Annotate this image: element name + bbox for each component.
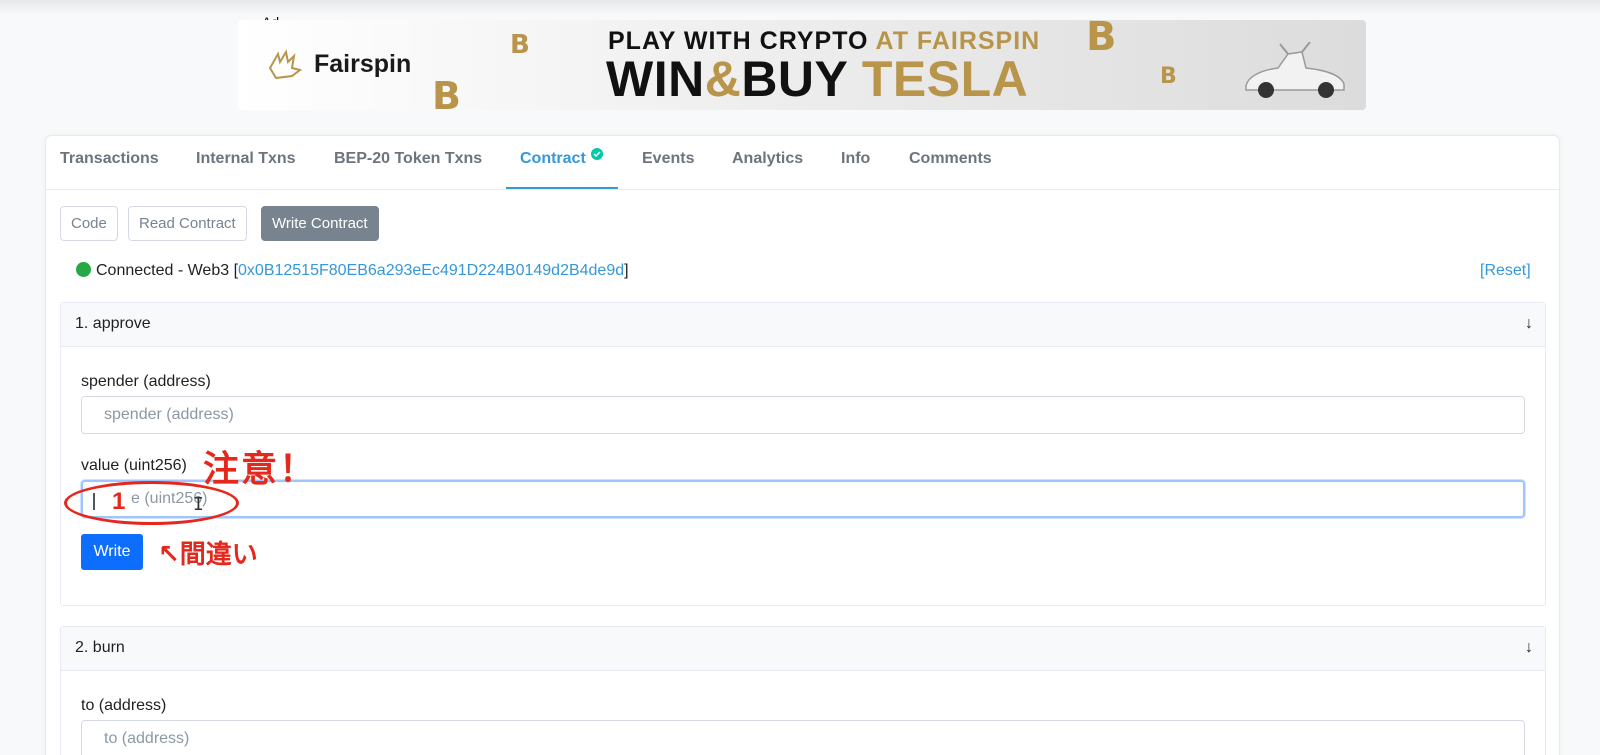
tab-analytics[interactable]: Analytics	[732, 136, 803, 190]
function-approve-header[interactable]: 1. approve ↓	[61, 303, 1545, 347]
reset-link[interactable]: [Reset]	[1480, 262, 1531, 280]
verified-check-icon	[591, 148, 603, 160]
bitcoin-icon: B	[1086, 20, 1117, 60]
read-contract-button[interactable]: Read Contract	[128, 206, 247, 241]
ad-headline-line2: WIN&BUY TESLA	[606, 51, 1029, 107]
write-button[interactable]: Write	[81, 534, 143, 570]
connected-indicator	[76, 262, 91, 277]
bitcoin-icon: B	[432, 74, 461, 110]
tab-internal-txns[interactable]: Internal Txns	[196, 136, 296, 190]
value-label: value (uint256)	[81, 457, 187, 474]
active-tab-indicator	[506, 187, 618, 189]
function-burn: 2. burn ↓ to (address)	[60, 626, 1546, 755]
annotation-digit: 1	[112, 488, 126, 515]
tab-transactions[interactable]: Transactions	[60, 136, 159, 190]
arrow-down-icon: ↓	[1525, 639, 1533, 656]
tab-bep20-token-txns[interactable]: BEP-20 Token Txns	[334, 136, 482, 190]
tab-bar: Transactions Internal Txns BEP-20 Token …	[46, 136, 1559, 190]
spender-label: spender (address)	[81, 373, 211, 390]
wallet-address-link[interactable]: 0x0B12515F80EB6a293eEc491D224B0149d2B4de…	[238, 262, 624, 279]
function-burn-header[interactable]: 2. burn ↓	[61, 627, 1545, 671]
tab-contract[interactable]: Contract	[520, 136, 586, 190]
text-cursor-icon: I	[193, 494, 204, 515]
tab-comments[interactable]: Comments	[909, 136, 992, 190]
ad-brand: Fairspin	[314, 50, 412, 78]
annotation-ellipse	[64, 481, 239, 525]
to-label: to (address)	[81, 697, 167, 714]
bitcoin-icon: B	[1160, 64, 1177, 89]
spender-input[interactable]	[81, 396, 1525, 434]
tab-info[interactable]: Info	[841, 136, 870, 190]
text-caret	[93, 493, 95, 510]
winged-lion-icon	[268, 49, 303, 80]
top-shadow	[0, 0, 1600, 14]
code-button[interactable]: Code	[60, 206, 118, 241]
bitcoin-icon: B	[510, 30, 530, 60]
connection-status: Connected - Web3 [0x0B12515F80EB6a293eEc…	[76, 262, 629, 280]
write-contract-button[interactable]: Write Contract	[261, 206, 379, 241]
car-icon	[1245, 42, 1345, 98]
annotation-caution: 注意！	[203, 449, 318, 490]
to-input[interactable]	[81, 720, 1525, 755]
arrow-down-icon: ↓	[1525, 315, 1533, 332]
ad-banner[interactable]: Fairspin B B B B PLAY WITH CRYPTO AT FAI…	[238, 20, 1366, 110]
tab-events[interactable]: Events	[642, 136, 694, 190]
annotation-mistake: ↖間違い	[158, 540, 258, 570]
